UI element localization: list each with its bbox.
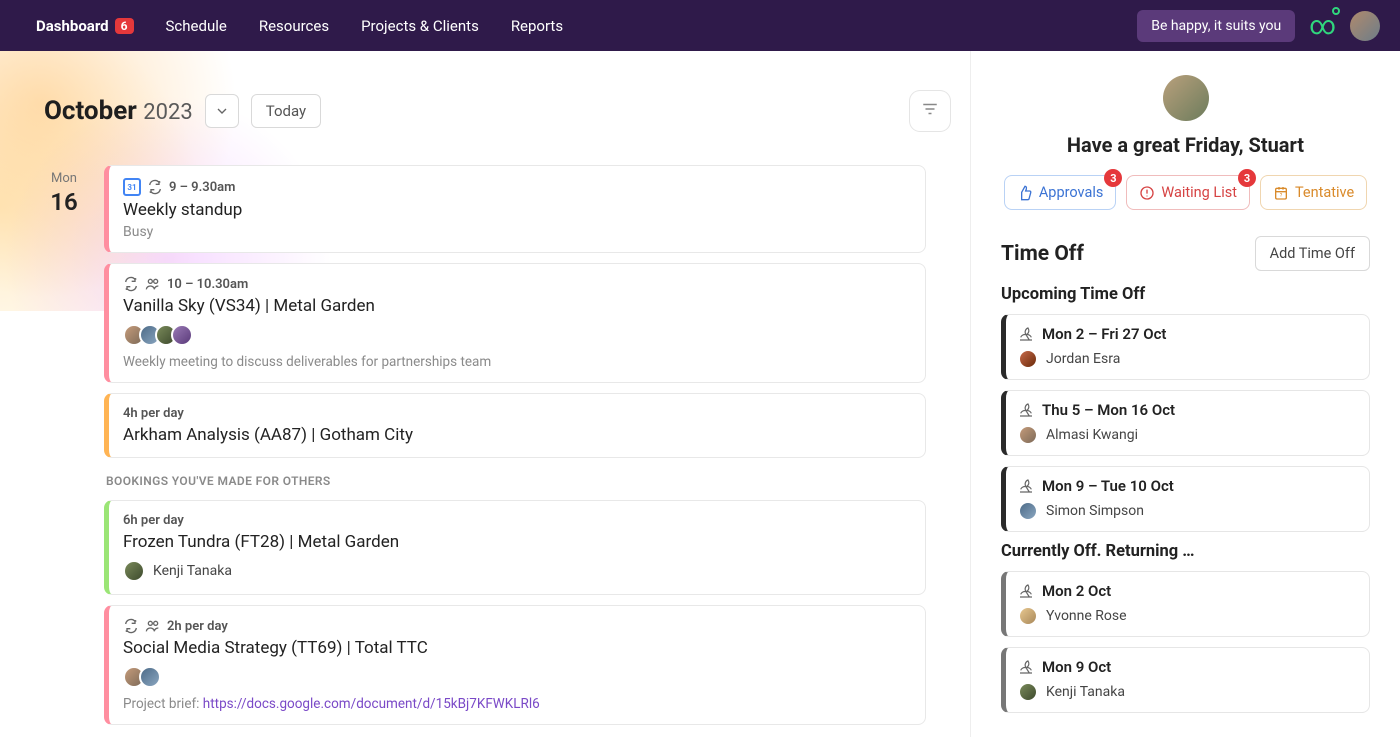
avatar — [1018, 349, 1038, 369]
timeoff-range: Mon 9 Oct — [1018, 658, 1357, 676]
timeoff-person: Almasi Kwangi — [1018, 425, 1357, 445]
avatar — [1018, 606, 1038, 626]
timeoff-card[interactable]: Mon 2 Oct Yvonne Rose — [1001, 571, 1370, 637]
avatar — [139, 666, 161, 688]
avatar — [1018, 425, 1038, 445]
recur-icon — [147, 179, 163, 195]
recur-icon — [123, 276, 139, 292]
timeoff-person: Kenji Tanaka — [1018, 682, 1357, 702]
card-meta: 4h per day — [123, 406, 911, 421]
infinity-icon[interactable]: ∞ — [1309, 11, 1336, 41]
day-label: Mon16 — [44, 165, 84, 725]
status-chips: Approvals3 Waiting List3 Tentative — [1001, 175, 1370, 210]
timeoff-card[interactable]: Mon 9 Oct Kenji Tanaka — [1001, 647, 1370, 713]
card-note: Project brief: https://docs.google.com/d… — [123, 696, 911, 712]
nav-badge: 6 — [115, 18, 134, 34]
nav-tab-projects-clients[interactable]: Projects & Clients — [345, 0, 495, 51]
timeoff-person: Jordan Esra — [1018, 349, 1357, 369]
timeoff-card[interactable]: Mon 9 – Tue 10 Oct Simon Simpson — [1001, 466, 1370, 532]
alert-icon — [1139, 185, 1155, 201]
gcal-icon — [123, 178, 141, 196]
booking-card[interactable]: 2h per day Social Media Strategy (TT69) … — [104, 605, 926, 725]
card-title: Frozen Tundra (FT28) | Metal Garden — [123, 532, 911, 552]
nav-tab-dashboard[interactable]: Dashboard6 — [20, 0, 150, 51]
greeting-avatar[interactable] — [1163, 75, 1209, 121]
beach-icon — [1018, 659, 1034, 675]
avatar — [1018, 682, 1038, 702]
chip-approvals[interactable]: Approvals3 — [1004, 175, 1117, 210]
card-meta: 10 – 10.30am — [123, 276, 911, 292]
timeoff-person: Simon Simpson — [1018, 501, 1357, 521]
nav-tab-resources[interactable]: Resources — [243, 0, 345, 51]
card-title: Vanilla Sky (VS34) | Metal Garden — [123, 296, 911, 316]
chip-waiting-list[interactable]: Waiting List3 — [1126, 175, 1250, 210]
user-avatar[interactable] — [1350, 11, 1380, 41]
day-row: Mon16 9 – 9.30am Weekly standup Busy 10 … — [20, 165, 950, 725]
nav-tab-reports[interactable]: Reports — [495, 0, 579, 51]
nav-tabs: Dashboard6ScheduleResourcesProjects & Cl… — [20, 0, 579, 51]
card-title: Social Media Strategy (TT69) | Total TTC — [123, 638, 911, 658]
note-link[interactable]: https://docs.google.com/document/d/15kBj… — [203, 696, 540, 712]
beach-icon — [1018, 478, 1034, 494]
people-icon — [145, 618, 161, 634]
recur-icon — [123, 618, 139, 634]
booking-card[interactable]: 6h per day Frozen Tundra (FT28) | Metal … — [104, 500, 926, 595]
timeoff-range: Thu 5 – Mon 16 Oct — [1018, 401, 1357, 419]
avatar — [171, 324, 193, 346]
timeoff-person: Yvonne Rose — [1018, 606, 1357, 626]
booking-card[interactable]: 4h per day Arkham Analysis (AA87) | Goth… — [104, 393, 926, 458]
chevron-down-icon — [214, 103, 230, 119]
beach-icon — [1018, 402, 1034, 418]
people-icon — [145, 276, 161, 292]
timeoff-range: Mon 2 Oct — [1018, 582, 1357, 600]
timeoff-card[interactable]: Mon 2 – Fri 27 Oct Jordan Esra — [1001, 314, 1370, 380]
chip-tentative[interactable]: Tentative — [1260, 175, 1367, 210]
avatar-stack — [123, 666, 911, 688]
nav-right: Be happy, it suits you ∞ — [1137, 10, 1380, 42]
timeoff-card[interactable]: Thu 5 – Mon 16 Oct Almasi Kwangi — [1001, 390, 1370, 456]
avatar — [1018, 501, 1038, 521]
filter-button[interactable] — [910, 91, 950, 131]
chip-badge: 3 — [1104, 169, 1122, 187]
upcoming-title: Upcoming Time Off — [1001, 285, 1370, 304]
chip-badge: 3 — [1238, 169, 1256, 187]
timeoff-range: Mon 9 – Tue 10 Oct — [1018, 477, 1357, 495]
timeoff-header: Time Off Add Time Off — [1001, 236, 1370, 271]
avatar — [123, 560, 145, 582]
greeting-text: Have a great Friday, Stuart — [1001, 133, 1370, 157]
cal-icon — [1273, 185, 1289, 201]
avatar-stack — [123, 324, 911, 346]
card-title: Arkham Analysis (AA87) | Gotham City — [123, 425, 911, 445]
card-meta: 6h per day — [123, 513, 911, 528]
month-picker-button[interactable] — [205, 94, 239, 128]
booking-card[interactable]: 10 – 10.30am Vanilla Sky (VS34) | Metal … — [104, 263, 926, 383]
person-name: Kenji Tanaka — [153, 563, 232, 579]
add-timeoff-button[interactable]: Add Time Off — [1255, 236, 1370, 271]
thumb-icon — [1017, 185, 1033, 201]
today-button[interactable]: Today — [251, 94, 321, 128]
card-note: Weekly meeting to discuss deliverables f… — [123, 354, 911, 370]
nav-tab-schedule[interactable]: Schedule — [150, 0, 243, 51]
timeoff-range: Mon 2 – Fri 27 Oct — [1018, 325, 1357, 343]
sidebar: Have a great Friday, Stuart Approvals3 Wa… — [970, 51, 1400, 737]
section-label: BOOKINGS YOU'VE MADE FOR OTHERS — [106, 474, 926, 488]
top-nav: Dashboard6ScheduleResourcesProjects & Cl… — [0, 0, 1400, 51]
beach-icon — [1018, 583, 1034, 599]
main-column: October 2023 Today Mon16 9 – 9.30am Week… — [0, 51, 970, 737]
timeoff-title: Time Off — [1001, 242, 1084, 266]
month-header: October 2023 Today — [44, 91, 950, 131]
beach-icon — [1018, 326, 1034, 342]
card-title: Weekly standup — [123, 200, 911, 220]
card-meta: 9 – 9.30am — [123, 178, 911, 196]
cta-button[interactable]: Be happy, it suits you — [1137, 10, 1295, 42]
returning-title: Currently Off. Returning … — [1001, 542, 1370, 561]
card-meta: 2h per day — [123, 618, 911, 634]
filter-icon — [921, 100, 939, 122]
card-sub: Busy — [123, 224, 911, 240]
booking-card[interactable]: 9 – 9.30am Weekly standup Busy — [104, 165, 926, 253]
page-title: October 2023 — [44, 96, 193, 126]
